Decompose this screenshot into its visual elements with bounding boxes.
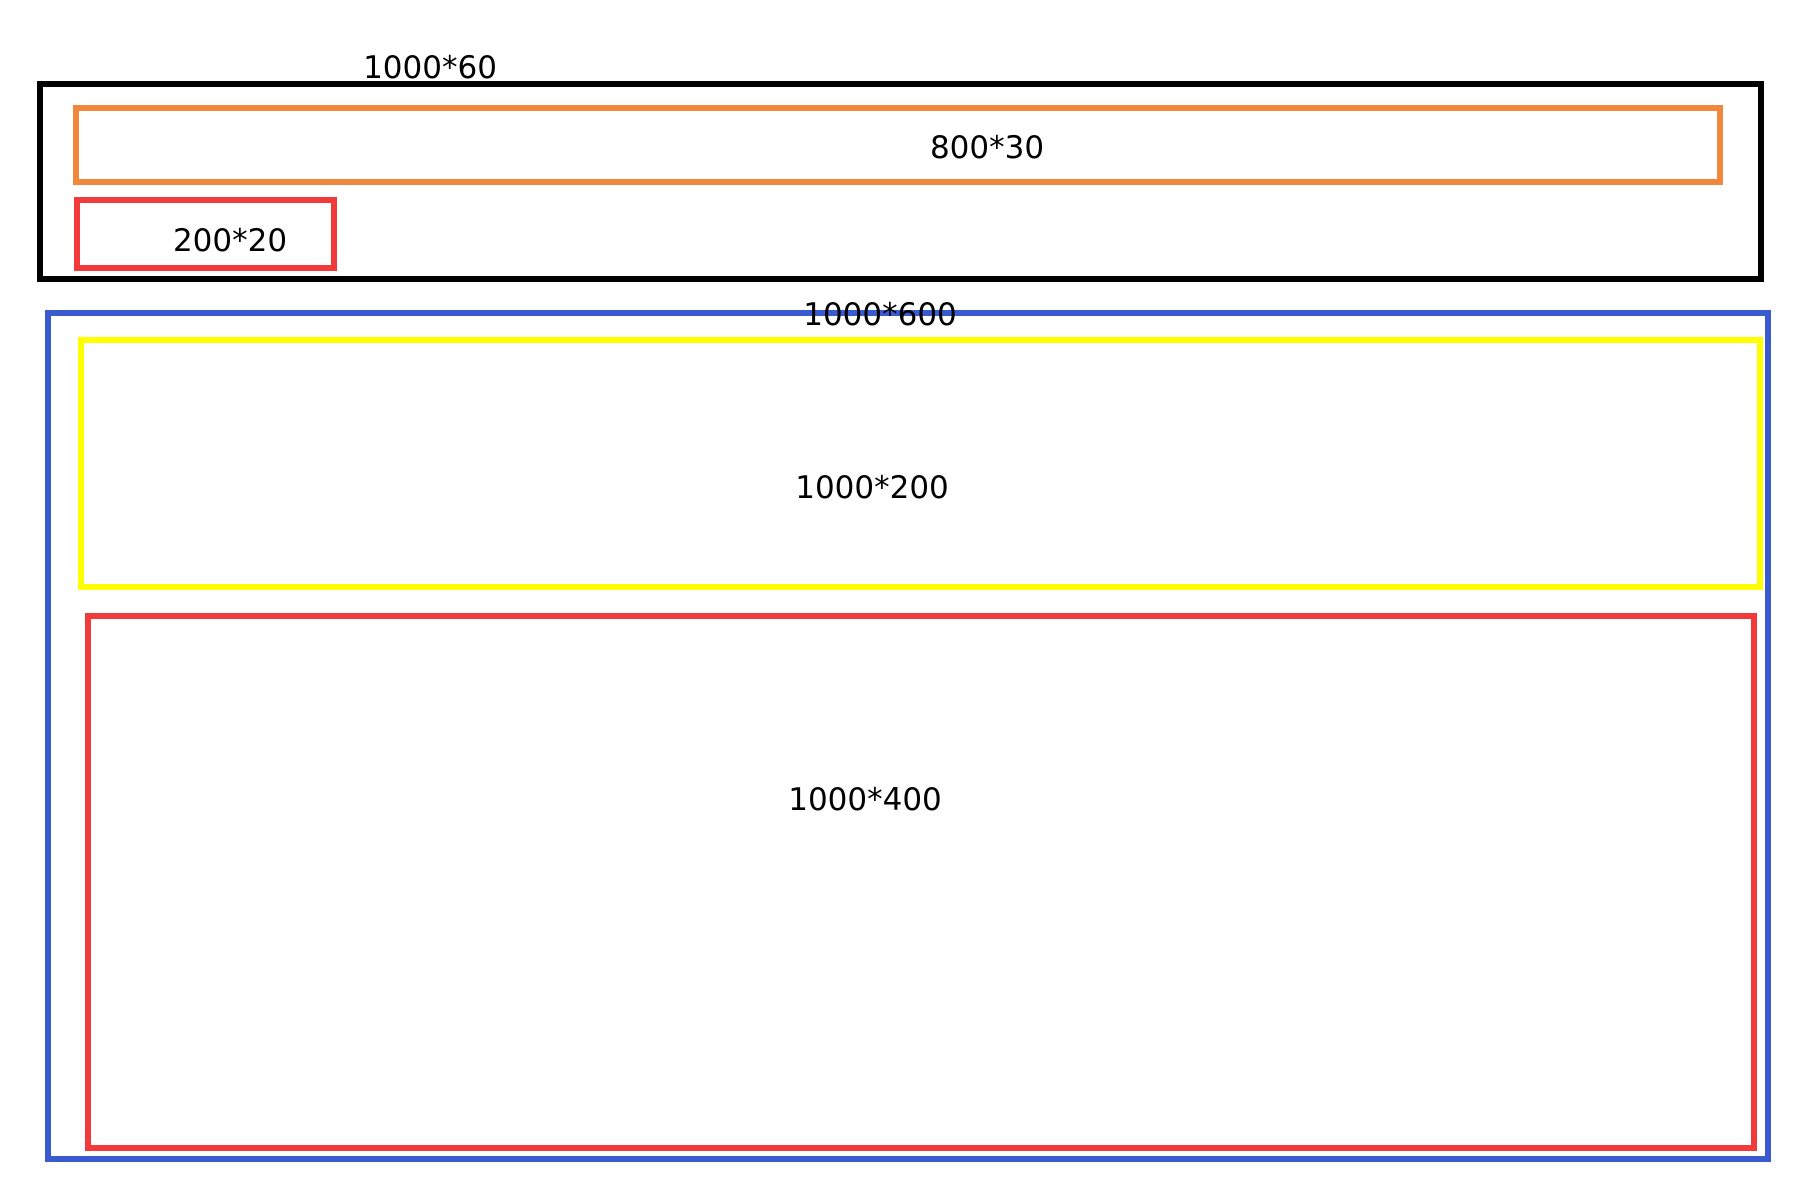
content-size-label: 1000*400	[788, 782, 942, 818]
main-size-label: 1000*600	[803, 297, 957, 333]
banner-box	[78, 337, 1763, 590]
banner-size-label: 1000*200	[795, 470, 949, 506]
nav-size-label: 800*30	[929, 130, 1045, 166]
content-box	[85, 613, 1757, 1151]
logo-size-label: 200*20	[172, 223, 288, 259]
header-size-label: 1000*60	[363, 50, 497, 86]
nav-box	[73, 105, 1723, 185]
